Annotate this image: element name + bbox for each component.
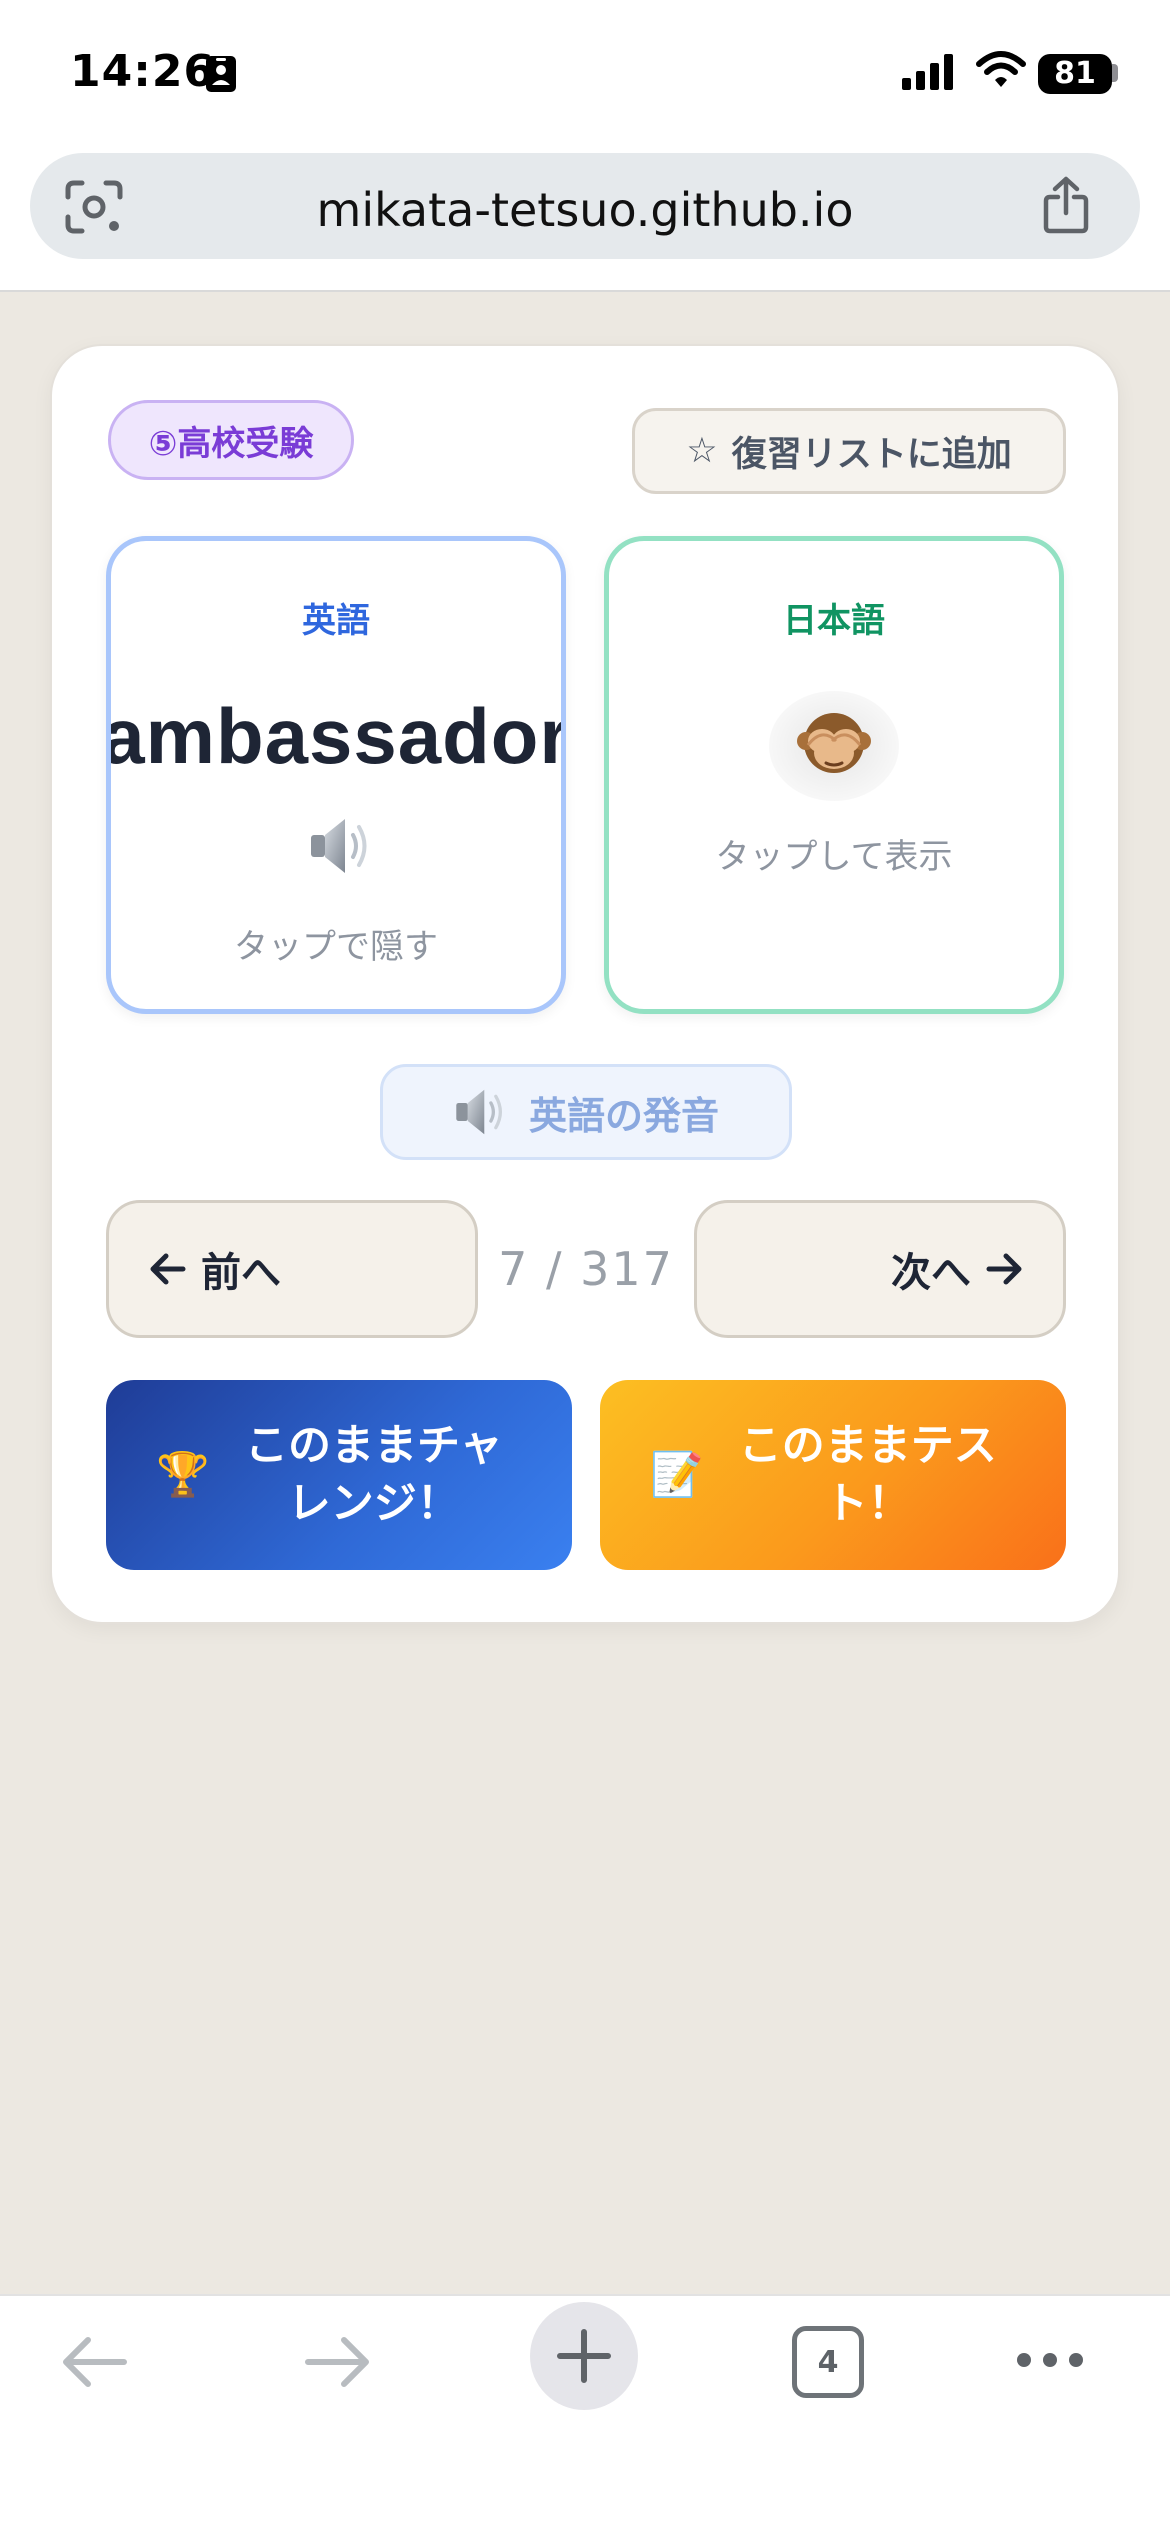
trophy-icon: 🏆	[156, 1450, 210, 1500]
test-button[interactable]: 📝 このままテスト！	[600, 1380, 1066, 1570]
arrow-right-icon	[986, 1253, 1022, 1285]
speaker-icon[interactable]	[307, 815, 375, 881]
browser-toolbar: 4	[0, 2294, 1170, 2532]
share-icon[interactable]	[1040, 175, 1092, 239]
test-label: このままテスト！	[738, 1421, 997, 1529]
browser-url-area: mikata-tetsuo.github.io	[0, 150, 1170, 292]
prev-button[interactable]: 前へ	[106, 1200, 478, 1338]
url-bar[interactable]: mikata-tetsuo.github.io	[30, 153, 1140, 259]
person-badge-icon	[204, 54, 238, 98]
english-card-hint: タップで隠す	[234, 927, 438, 967]
tabs-icon[interactable]: 4	[792, 2326, 864, 2398]
category-badge: ⑤高校受験	[108, 400, 354, 480]
status-bar: 14:26 81	[0, 0, 1170, 150]
new-tab-button[interactable]	[530, 2302, 638, 2410]
next-button[interactable]: 次へ	[694, 1200, 1066, 1338]
arrow-left-icon	[150, 1253, 186, 1285]
next-label: 次へ	[891, 1250, 971, 1296]
battery-icon: 81	[1038, 54, 1112, 94]
prev-label: 前へ	[201, 1250, 281, 1296]
plus-icon	[557, 2329, 611, 2383]
back-arrow-icon[interactable]	[58, 2334, 130, 2394]
status-time: 14:26	[70, 46, 216, 97]
flashcard-panel: ⑤高校受験 ☆ 復習リストに追加 英語 ambassador タップで隠す 日本…	[50, 344, 1120, 1624]
japanese-card-hint: タップして表示	[715, 837, 953, 877]
star-icon: ☆	[686, 431, 718, 471]
card-counter: 7 / 317	[498, 1242, 674, 1296]
pronounce-label: 英語の発音	[528, 1093, 719, 1138]
japanese-card-label: 日本語	[783, 601, 885, 641]
memo-icon: 📝	[650, 1450, 704, 1500]
forward-arrow-icon[interactable]	[302, 2334, 374, 2394]
url-text[interactable]: mikata-tetsuo.github.io	[30, 183, 1140, 237]
add-to-review-label: 復習リストに追加	[731, 434, 1012, 475]
add-to-review-button[interactable]: ☆ 復習リストに追加	[632, 408, 1066, 494]
more-icon[interactable]	[1014, 2350, 1086, 2374]
challenge-button[interactable]: 🏆 このままチャレンジ！	[106, 1380, 572, 1570]
english-card-label: 英語	[302, 601, 370, 641]
see-no-evil-monkey-icon	[797, 713, 871, 773]
signal-icon	[902, 54, 956, 94]
japanese-card[interactable]: 日本語 タップして表示	[604, 536, 1064, 1014]
battery-cap	[1112, 64, 1118, 82]
speaker-icon	[456, 1089, 502, 1135]
challenge-label: このままチャレンジ！	[244, 1421, 503, 1529]
english-word: ambassador	[106, 692, 566, 780]
wifi-icon	[976, 50, 1026, 94]
pronounce-english-button[interactable]: 英語の発音	[380, 1064, 792, 1160]
english-card[interactable]: 英語 ambassador タップで隠す	[106, 536, 566, 1014]
